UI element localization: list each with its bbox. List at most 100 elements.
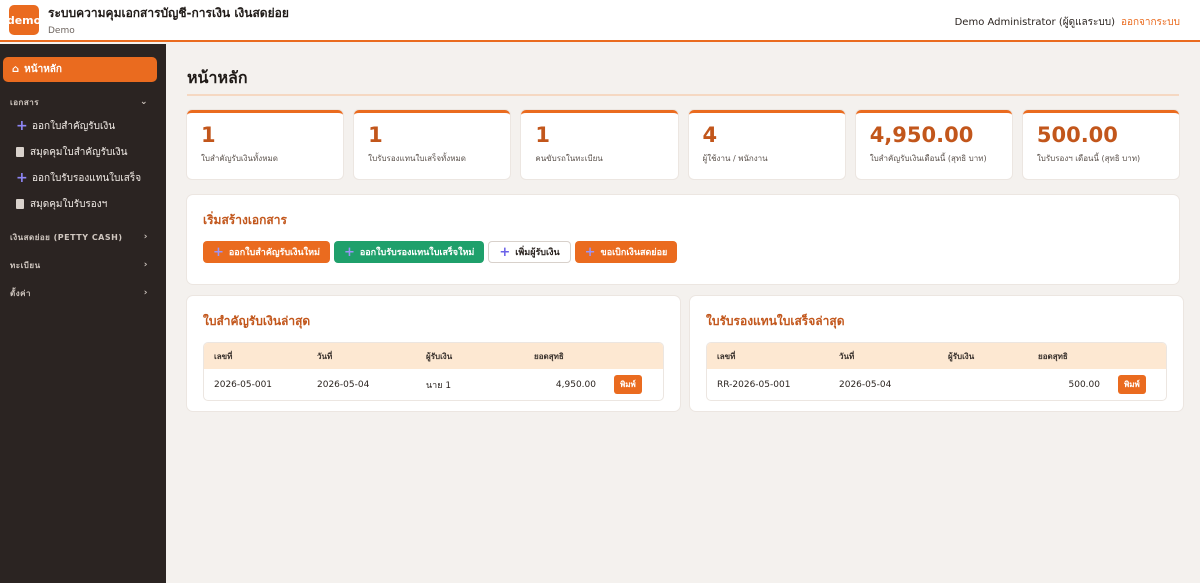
app-title-group: ระบบความคุมเอกสารบัญชี-การเงิน เงินสดย่อ… xyxy=(48,4,289,36)
button-label: เพิ่มผู้รับเงิน xyxy=(515,248,560,258)
stat-label: คนขับรถในทะเบียน xyxy=(535,154,603,163)
stat-label: ใบรับรองฯ เดือนนี้ (สุทธิ บาท) xyxy=(1036,154,1141,163)
quick-create-title: เริ่มสร้างเอกสาร xyxy=(203,213,287,227)
plus-icon: + xyxy=(499,244,511,260)
button-label: ออกใบสำคัญรับเงินใหม่ xyxy=(228,248,320,258)
sidebar-item-receipt-book[interactable]: สมุดคุมใบสำคัญรับเงิน xyxy=(0,139,166,165)
cell-amount: 500.00 xyxy=(1068,379,1101,390)
stat-value: 4,950.00 xyxy=(869,123,974,147)
new-receipt-button[interactable]: + ออกใบสำคัญรับเงินใหม่ xyxy=(203,241,330,263)
chevron-right-icon: › xyxy=(143,288,148,298)
table-header: เลขที่ วันที่ ผู้รับเงิน ยอดสุทธิ xyxy=(204,343,663,369)
column-header: ยอดสุทธิ xyxy=(1038,351,1068,361)
sidebar-section-label: เอกสาร xyxy=(10,97,40,107)
stat-card-receipts: 1 ใบสำคัญรับเงินทั้งหมด xyxy=(187,110,344,179)
column-header: ยอดสุทธิ xyxy=(534,351,564,361)
sidebar-item-new-receipt[interactable]: + ออกใบสำคัญรับเงิน xyxy=(0,113,166,139)
column-header: วันที่ xyxy=(839,351,855,361)
cell-actions: พิมพ์ xyxy=(1100,375,1160,394)
page-title: หน้าหลัก xyxy=(187,68,248,87)
sidebar-item-home[interactable]: ⌂ หน้าหลัก xyxy=(3,57,157,82)
document-icon xyxy=(16,147,24,157)
stat-card-certificates: 1 ใบรับรองแทนใบเสร็จทั้งหมด xyxy=(354,110,511,179)
receipts-table: เลขที่ วันที่ ผู้รับเงิน ยอดสุทธิ 2026-0… xyxy=(203,342,664,401)
stat-card-certificates-month: 500.00 ใบรับรองฯ เดือนนี้ (สุทธิ บาท) xyxy=(1022,110,1180,179)
chevron-right-icon: › xyxy=(143,232,148,242)
plus-icon: + xyxy=(213,244,224,260)
cell-amount: 4,950.00 xyxy=(555,379,596,390)
column-header: วันที่ xyxy=(317,351,333,361)
new-certificate-button[interactable]: + ออกใบรับรองแทนใบเสร็จใหม่ xyxy=(333,241,485,263)
latest-receipts-panel: ใบสำคัญรับเงินล่าสุด เลขที่ วันที่ ผู้รั… xyxy=(187,296,680,411)
stats-row: 1 ใบสำคัญรับเงินทั้งหมด 1 ใบรับรองแทนใบเ… xyxy=(187,110,1180,179)
main-content: หน้าหลัก 1 ใบสำคัญรับเงินทั้งหมด 1 ใบรับ… xyxy=(166,44,1200,583)
button-label: ขอเบิกเงินสดย่อย xyxy=(600,248,668,258)
certificates-table: เลขที่ วันที่ ผู้รับเงิน ยอดสุทธิ RR-202… xyxy=(706,342,1167,401)
sidebar: ⌂ หน้าหลัก เอกสาร ⌄ + ออกใบสำคัญรับเงิน … xyxy=(0,44,166,583)
button-label: ออกใบรับรองแทนใบเสร็จใหม่ xyxy=(359,248,475,258)
stat-value: 500.00 xyxy=(1036,123,1118,147)
column-header: เลขที่ xyxy=(214,351,233,361)
stat-card-receipts-month: 4,950.00 ใบสำคัญรับเงินเดือนนี้ (สุทธิ บ… xyxy=(855,110,1012,179)
sidebar-section-label: ตั้งค่า xyxy=(10,288,31,298)
stat-value: 4 xyxy=(702,123,718,147)
stat-value: 1 xyxy=(535,123,550,147)
sidebar-section-settings[interactable]: ตั้งค่า › xyxy=(0,287,166,299)
cell-actions: พิมพ์ xyxy=(596,375,656,394)
sidebar-item-label: หน้าหลัก xyxy=(24,64,62,75)
sidebar-section-petty-cash[interactable]: เงินสดย่อย (PETTY CASH) › xyxy=(0,231,166,243)
stat-label: ใบสำคัญรับเงินเดือนนี้ (สุทธิ บาท) xyxy=(869,154,987,163)
title-divider xyxy=(187,94,1179,96)
stat-card-drivers: 1 คนขับรถในทะเบียน xyxy=(521,110,678,179)
sidebar-item-new-certificate[interactable]: + ออกใบรับรองแทนใบเสร็จ xyxy=(0,165,166,191)
add-payee-button[interactable]: + เพิ่มผู้รับเงิน xyxy=(488,241,571,263)
stat-value: 1 xyxy=(201,123,216,147)
sidebar-section-label: เงินสดย่อย (PETTY CASH) xyxy=(10,232,123,242)
sidebar-section-label: ทะเบียน xyxy=(10,260,41,270)
panel-title: ใบรับรองแทนใบเสร็จล่าสุด xyxy=(706,314,845,328)
latest-certificates-panel: ใบรับรองแทนใบเสร็จล่าสุด เลขที่ วันที่ ผ… xyxy=(690,296,1183,411)
stat-label: ใบรับรองแทนใบเสร็จทั้งหมด xyxy=(368,154,466,163)
chevron-right-icon: › xyxy=(143,260,148,270)
cell-date: 2026-05-04 xyxy=(317,379,370,390)
cell-payee: นาย 1 xyxy=(426,380,452,391)
stat-label: ผู้ใช้งาน / พนักงาน xyxy=(702,154,768,163)
print-button[interactable]: พิมพ์ xyxy=(1118,375,1146,394)
sidebar-item-certificate-book[interactable]: สมุดคุมใบรับรองฯ xyxy=(0,191,166,217)
column-header: ผู้รับเงิน xyxy=(948,351,975,361)
home-icon: ⌂ xyxy=(12,64,20,75)
stat-value: 1 xyxy=(368,123,383,147)
sidebar-section-documents[interactable]: เอกสาร ⌄ xyxy=(0,96,166,108)
plus-icon: + xyxy=(16,118,28,134)
table-row: RR-2026-05-001 2026-05-04 500.00 พิมพ์ xyxy=(707,369,1166,400)
chevron-down-icon: ⌄ xyxy=(139,97,148,107)
quick-create-panel: เริ่มสร้างเอกสาร + ออกใบสำคัญรับเงินใหม่… xyxy=(187,195,1179,284)
logout-link[interactable]: ออกจากระบบ xyxy=(1121,15,1180,30)
app-subtitle: Demo xyxy=(48,26,75,36)
panel-title: ใบสำคัญรับเงินล่าสุด xyxy=(203,314,311,328)
cell-date: 2026-05-04 xyxy=(839,379,892,390)
app-title: ระบบความคุมเอกสารบัญชี-การเงิน เงินสดย่อ… xyxy=(48,6,289,20)
document-icon xyxy=(16,199,24,209)
app-logo: demo xyxy=(7,5,41,35)
plus-icon: + xyxy=(584,244,596,260)
print-button[interactable]: พิมพ์ xyxy=(614,375,642,394)
plus-icon: + xyxy=(343,244,355,260)
stat-card-users: 4 ผู้ใช้งาน / พนักงาน xyxy=(688,110,845,179)
column-header: เลขที่ xyxy=(717,351,736,361)
table-row: 2026-05-001 2026-05-04 นาย 1 4,950.00 พิ… xyxy=(204,369,663,400)
cell-number: 2026-05-001 xyxy=(214,379,273,390)
sidebar-section-registry[interactable]: ทะเบียน › xyxy=(0,259,166,271)
quick-create-buttons: + ออกใบสำคัญรับเงินใหม่ + ออกใบรับรองแทน… xyxy=(203,241,1163,263)
petty-cash-request-button[interactable]: + ขอเบิกเงินสดย่อย xyxy=(574,241,678,263)
stat-label: ใบสำคัญรับเงินทั้งหมด xyxy=(201,154,278,163)
sidebar-item-label: ออกใบสำคัญรับเงิน xyxy=(32,120,116,132)
sidebar-item-label: สมุดคุมใบสำคัญรับเงิน xyxy=(30,146,128,158)
column-header: ผู้รับเงิน xyxy=(426,351,453,361)
sidebar-item-label: ออกใบรับรองแทนใบเสร็จ xyxy=(32,172,142,184)
table-header: เลขที่ วันที่ ผู้รับเงิน ยอดสุทธิ xyxy=(707,343,1166,369)
sidebar-item-label: สมุดคุมใบรับรองฯ xyxy=(30,198,108,210)
top-bar: demo ระบบความคุมเอกสารบัญชี-การเงิน เงิน… xyxy=(0,0,1200,42)
cell-number: RR-2026-05-001 xyxy=(717,379,791,390)
plus-icon: + xyxy=(16,170,28,186)
